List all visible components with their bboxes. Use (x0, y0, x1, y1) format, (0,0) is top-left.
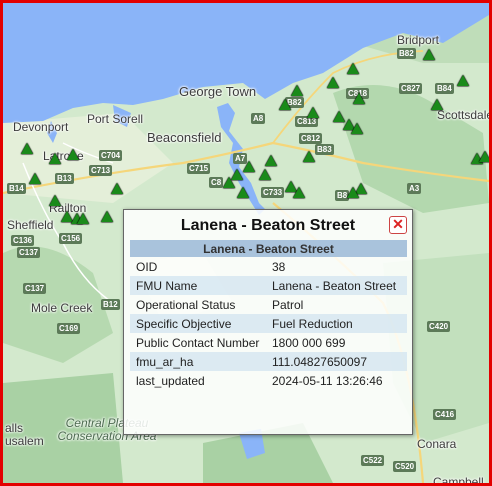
table-row: Public Contact Number 1800 000 699 (130, 333, 407, 352)
road-shield: B84 (435, 83, 454, 94)
table-row: FMU Name Lanena - Beaton Street (130, 276, 407, 295)
road-shield: B14 (7, 183, 26, 194)
fmu-marker[interactable] (291, 85, 303, 96)
place-conara: Conara (417, 437, 457, 451)
attribute-value: 38 (272, 259, 286, 274)
road-shield: C156 (59, 233, 83, 244)
road-shield: B13 (55, 173, 74, 184)
fmu-marker[interactable] (423, 49, 435, 60)
attribute-key: OID (136, 259, 158, 274)
place-george-town: George Town (179, 84, 257, 99)
road-shield: C715 (187, 163, 211, 174)
attribute-value: Lanena - Beaton Street (266, 276, 407, 295)
fmu-marker[interactable] (21, 143, 33, 154)
road-shield: C704 (99, 150, 123, 161)
table-row: Operational Status Patrol (130, 295, 407, 314)
place-mole-creek: Mole Creek (31, 301, 93, 315)
road-shield: C827 (399, 83, 423, 94)
table-row: Specific Objective Fuel Reduction (130, 314, 407, 333)
road-shield: B82 (397, 48, 416, 59)
fmu-marker[interactable] (67, 149, 79, 160)
road-shield: C169 (57, 323, 81, 334)
road-shield: C416 (433, 409, 457, 420)
road-shield: A3 (407, 183, 422, 194)
road-shield: A8 (251, 113, 266, 124)
place-sheffield: Sheffield (7, 218, 54, 232)
fmu-marker[interactable] (479, 151, 489, 162)
close-icon[interactable]: ✕ (389, 216, 407, 234)
road-shield: C733 (261, 187, 285, 198)
fmu-marker[interactable] (303, 151, 315, 162)
road-shield: B12 (101, 299, 120, 310)
table-row: OID 38 (130, 257, 407, 276)
attribute-table-header: Lanena - Beaton Street (130, 240, 407, 257)
fmu-marker[interactable] (327, 77, 339, 88)
fmu-marker[interactable] (243, 161, 255, 172)
map-frame[interactable]: Bridport George Town Devonport Port Sore… (0, 0, 492, 486)
place-port-sorell: Port Sorell (87, 112, 144, 126)
fmu-marker[interactable] (347, 187, 359, 198)
attribute-key: Specific Objective (130, 314, 266, 333)
fmu-marker[interactable] (279, 99, 291, 110)
road-shield: C522 (361, 455, 385, 466)
popup-title: Lanena - Beaton Street (180, 217, 356, 234)
fmu-marker[interactable] (353, 93, 365, 104)
fmu-marker[interactable] (49, 195, 61, 206)
table-row: last_updated 2024-05-11 13:26:46 (130, 371, 407, 390)
fmu-marker[interactable] (77, 213, 89, 224)
fmu-marker[interactable] (101, 211, 113, 222)
place-alls: alls (5, 421, 24, 435)
road-shield: C420 (427, 321, 451, 332)
feature-popup: Lanena - Beaton Street ✕ Lanena - Beaton… (123, 209, 413, 435)
place-campbell: Campbell (433, 475, 484, 486)
road-shield: C137 (23, 283, 47, 294)
road-shield: C812 (299, 133, 323, 144)
attribute-value: 2024-05-11 13:26:46 (272, 373, 383, 388)
place-devonport: Devonport (13, 120, 69, 134)
place-scottsdale: Scottsdale (437, 108, 492, 122)
place-usalem: usalem (5, 434, 44, 448)
table-row: fmu_ar_ha 111.04827650097 (130, 352, 407, 371)
attribute-key: FMU Name (130, 276, 266, 295)
fmu-marker[interactable] (307, 107, 319, 118)
road-shield: B83 (315, 144, 334, 155)
fmu-marker[interactable] (29, 173, 41, 184)
fmu-marker[interactable] (223, 177, 235, 188)
attribute-key: Operational Status (136, 297, 236, 312)
fmu-marker[interactable] (457, 75, 469, 86)
attribute-value: 111.04827650097 (266, 352, 407, 371)
fmu-marker[interactable] (49, 153, 61, 164)
fmu-marker[interactable] (351, 123, 363, 134)
attribute-value: Fuel Reduction (266, 314, 407, 333)
fmu-marker[interactable] (293, 187, 305, 198)
road-shield: C137 (17, 247, 41, 258)
place-bridport: Bridport (397, 33, 440, 47)
attribute-key: Public Contact Number (136, 335, 260, 350)
attribute-key: fmu_ar_ha (130, 352, 266, 371)
place-beaconsfield: Beaconsfield (147, 130, 222, 145)
attribute-value: Patrol (272, 297, 304, 312)
fmu-marker[interactable] (431, 99, 443, 110)
road-shield: C8 (209, 177, 224, 188)
attribute-key: last_updated (136, 373, 205, 388)
fmu-marker[interactable] (111, 183, 123, 194)
fmu-marker[interactable] (347, 63, 359, 74)
fmu-marker[interactable] (237, 187, 249, 198)
road-shield: C520 (393, 461, 417, 472)
fmu-marker[interactable] (265, 155, 277, 166)
road-shield: C136 (11, 235, 35, 246)
attribute-table: Lanena - Beaton Street OID 38 FMU Name L… (130, 240, 407, 390)
road-shield: C713 (89, 165, 113, 176)
attribute-value: 1800 000 699 (272, 335, 346, 350)
fmu-marker[interactable] (259, 169, 271, 180)
